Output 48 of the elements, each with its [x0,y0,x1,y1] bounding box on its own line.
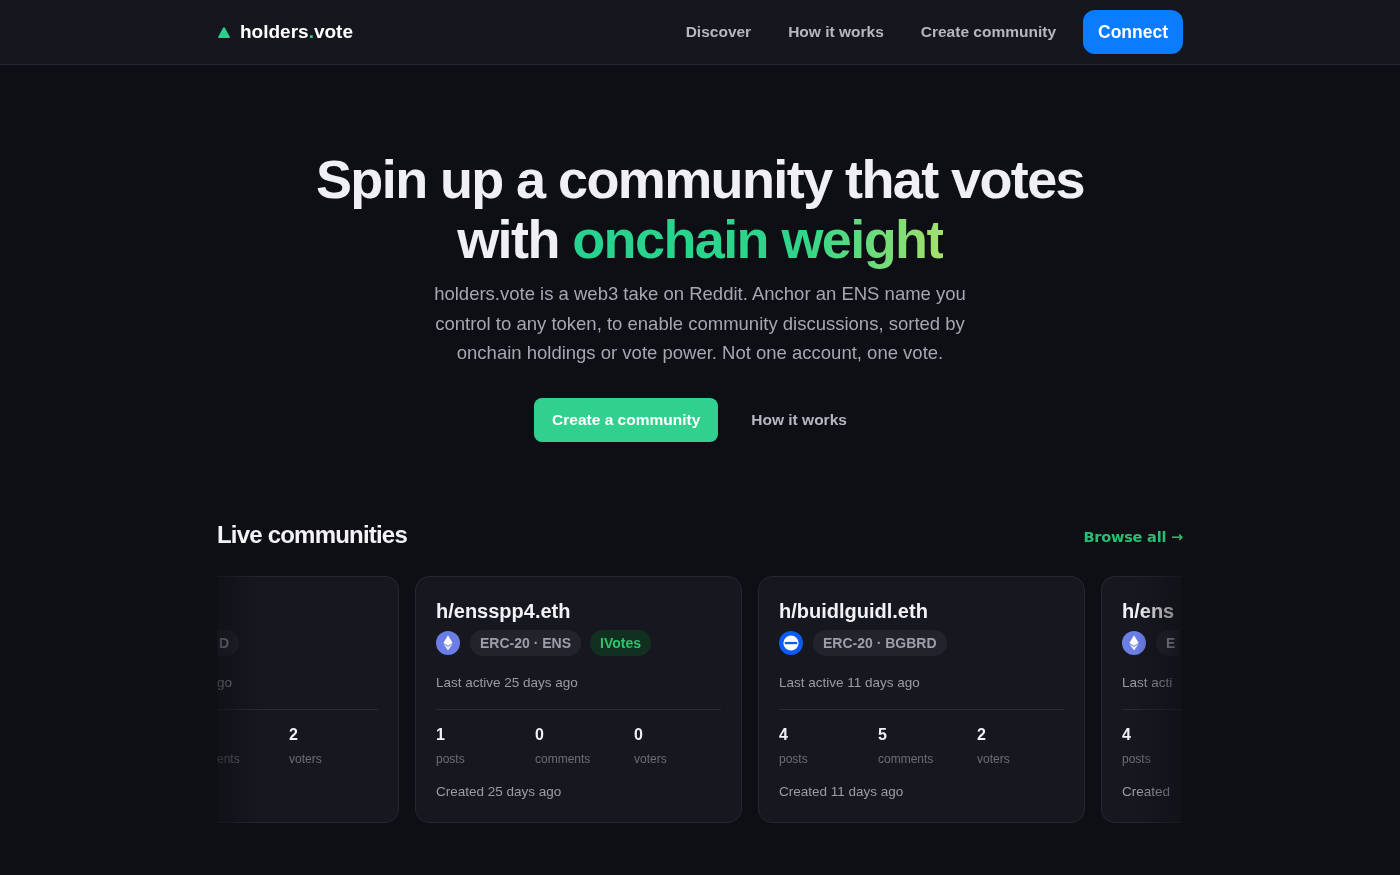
stat-value: 0 [535,724,545,745]
stat-label: posts [1122,750,1152,767]
token-tag: E [1156,629,1180,656]
nav-link[interactable]: How it works [788,23,884,41]
stat-label: comments [535,750,592,767]
striped-coin-icon [779,630,803,655]
token-tag: ERC-20 · BGBRD [813,629,947,656]
nav-link[interactable]: Create community [920,23,1056,41]
stat-value: 1 [436,724,446,745]
stat-label: posts [436,750,466,767]
votes-tag: IVotes [590,629,651,656]
stat-label: voters [977,750,1011,767]
stat-value: 5 [878,724,888,745]
stat-value: 2 [289,724,299,745]
last-active-text: Last active 11 days ago [779,673,921,692]
token-tag: ERC-20 · ENS [470,629,582,656]
hero-title: Spin up a community that votes with onchain weight [314,149,1086,269]
token-tag: D [217,629,240,656]
stat-label: comments [878,750,935,767]
stat-label: voters [289,750,323,767]
stat-label: voters [634,750,668,767]
last-active-text: go [217,673,234,692]
connect-button[interactable]: Connect [1083,10,1183,54]
nav-link[interactable]: Discover [685,23,752,41]
stat-value: 0 [634,724,644,745]
how-it-works-link[interactable]: How it works [751,410,847,429]
last-active-text: Last active 25 days ago [436,673,579,692]
community-card[interactable]: h/buidlguidl.eth ERC-20 · BGBRD Last active 11 days ago 4 posts 5 comments 2 voters Created 11 days ago [758,575,1085,823]
community-name: h/ensspp4.eth [436,598,572,623]
last-active-text: Last acti [1122,673,1174,692]
section-title: Live communities [217,519,407,550]
hero-description: holders.vote is a web3 take on Reddit. Anchor an ENS name you control to any token, to enable community discussions, sorted by onchain holdings or vote power. Not one account, one vote. [433,282,967,365]
diamond-coin-icon [436,630,460,655]
logo-text[interactable]: holders.vote [240,21,353,43]
stat-value: 4 [779,724,789,745]
created-text: Created 25 days ago [436,782,563,801]
triangle-icon [218,26,230,38]
community-card[interactable]: h/ens E Last acti 4 posts Created [1101,575,1182,823]
stat-label: posts [779,750,809,767]
community-card[interactable]: h/ensspp4.eth ERC-20 · ENS IVotes Last active 25 days ago 1 posts 0 comments 0 voters Created 25 days ago [415,575,742,823]
diamond-coin-icon [1122,630,1146,655]
created-text: Created [1122,782,1172,801]
community-name: h/buidlguidl.eth [779,598,929,623]
browse-all-link[interactable]: Browse all → [1083,529,1183,545]
community-name: h/ens [1122,598,1176,623]
stat-value: 2 [977,724,987,745]
created-text: Created 11 days ago [779,782,905,801]
stat-value: 4 [1122,724,1132,745]
